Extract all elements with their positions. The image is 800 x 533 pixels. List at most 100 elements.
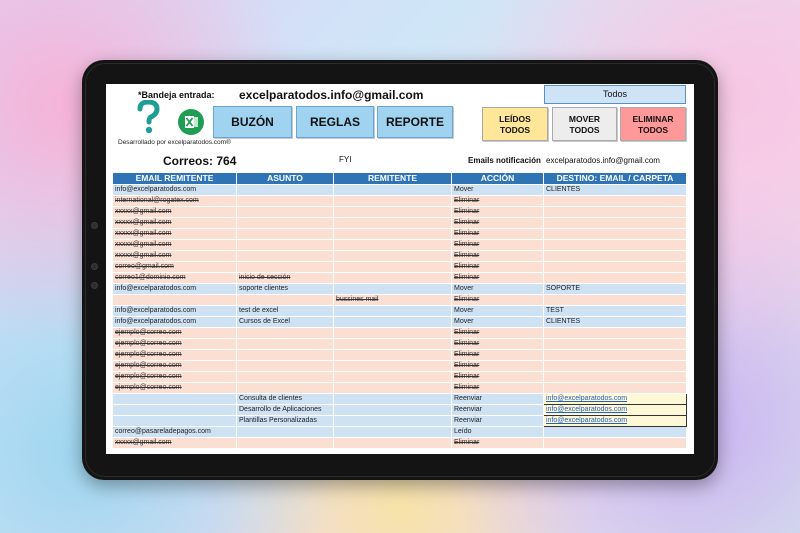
destination-email-link[interactable]: info@excelparatodos.com [543, 393, 687, 405]
cell-asunto[interactable] [236, 349, 334, 361]
cell-asunto[interactable] [236, 239, 334, 251]
cell-accion[interactable]: Reenviar [451, 404, 544, 416]
cell-remitente[interactable] [333, 360, 452, 372]
table-row[interactable]: correo@pasareladepagos.com Leído [112, 426, 687, 438]
cell-asunto[interactable] [236, 437, 334, 449]
cell-remitente[interactable] [333, 437, 452, 449]
cell-destino[interactable] [543, 349, 687, 361]
delete-all-button[interactable]: ELIMINAR TODOS [620, 107, 686, 141]
table-row[interactable]: ejemplo@correo.com Eliminar [112, 327, 687, 339]
cell-email[interactable]: info@excelparatodos.com [112, 283, 237, 295]
cell-email[interactable]: info@excelparatodos.com [112, 316, 237, 328]
cell-asunto[interactable] [236, 426, 334, 438]
cell-asunto[interactable] [236, 360, 334, 372]
cell-asunto[interactable]: Plantillas Personalizadas [236, 415, 334, 427]
cell-email[interactable]: xxxxx@gmail.com [112, 228, 237, 240]
cell-accion[interactable]: Eliminar [451, 338, 544, 350]
cell-remitente[interactable] [333, 327, 452, 339]
cell-accion[interactable]: Eliminar [451, 371, 544, 383]
cell-accion[interactable]: Reenviar [451, 393, 544, 405]
cell-remitente[interactable] [333, 228, 452, 240]
cell-remitente[interactable] [333, 217, 452, 229]
cell-asunto[interactable] [236, 371, 334, 383]
cell-accion[interactable]: Eliminar [451, 382, 544, 394]
cell-accion[interactable]: Reenviar [451, 415, 544, 427]
cell-email[interactable]: ejemplo@correo.com [112, 338, 237, 350]
cell-accion[interactable]: Eliminar [451, 195, 544, 207]
table-row[interactable]: xxxxx@gmail.com Eliminar [112, 437, 687, 449]
cell-remitente[interactable] [333, 404, 452, 416]
cell-email[interactable]: info@excelparatodos.com [112, 184, 237, 196]
cell-asunto[interactable]: soporte clientes [236, 283, 334, 295]
cell-remitente[interactable] [333, 316, 452, 328]
cell-asunto[interactable]: Desarrollo de Aplicaciones [236, 404, 334, 416]
cell-asunto[interactable] [236, 228, 334, 240]
cell-accion[interactable]: Leído [451, 426, 544, 438]
cell-destino[interactable] [543, 327, 687, 339]
cell-accion[interactable]: Mover [451, 184, 544, 196]
cell-email[interactable]: info@excelparatodos.com [112, 305, 237, 317]
destination-email-link[interactable]: info@excelparatodos.com [543, 415, 687, 427]
table-row[interactable]: Consulta de clientes Reenviar info@excelpa… [112, 393, 687, 405]
cell-accion[interactable]: Eliminar [451, 294, 544, 306]
cell-email[interactable]: ejemplo@correo.com [112, 371, 237, 383]
cell-remitente[interactable] [333, 261, 452, 273]
cell-email[interactable]: ejemplo@correo.com [112, 382, 237, 394]
table-row[interactable]: ejemplo@correo.com Eliminar [112, 349, 687, 361]
cell-email[interactable]: xxxxx@gmail.com [112, 217, 237, 229]
cell-asunto[interactable] [236, 195, 334, 207]
cell-email[interactable]: correo@pasareladepagos.com [112, 426, 237, 438]
filter-dropdown[interactable]: Todos [544, 85, 686, 104]
table-row[interactable]: ejemplo@correo.com Eliminar [112, 338, 687, 350]
cell-destino[interactable] [543, 272, 687, 284]
cell-email[interactable] [112, 404, 237, 416]
table-row[interactable]: xxxxx@gmail.com Eliminar [112, 239, 687, 251]
table-row[interactable]: info@excelparatodos.com soporte clientes M… [112, 283, 687, 295]
cell-remitente[interactable] [333, 272, 452, 284]
cell-accion[interactable]: Eliminar [451, 272, 544, 284]
cell-remitente[interactable] [333, 305, 452, 317]
cell-email[interactable] [112, 393, 237, 405]
table-row[interactable]: xxxxx@gmail.com Eliminar [112, 228, 687, 240]
cell-destino[interactable]: TEST [543, 305, 687, 317]
cell-remitente[interactable] [333, 250, 452, 262]
cell-accion[interactable]: Eliminar [451, 327, 544, 339]
cell-email[interactable]: xxxxx@gmail.com [112, 437, 237, 449]
tab-buzon[interactable]: BUZÓN [213, 106, 292, 138]
cell-remitente[interactable] [333, 382, 452, 394]
cell-email[interactable]: correo1@dominio.com [112, 272, 237, 284]
cell-email[interactable]: xxxxx@gmail.com [112, 239, 237, 251]
table-row[interactable]: Desarrollo de Aplicaciones Reenviar info@e… [112, 404, 687, 416]
cell-remitente[interactable] [333, 195, 452, 207]
table-row[interactable]: xxxxx@gmail.com Eliminar [112, 250, 687, 262]
cell-asunto[interactable]: test de excel [236, 305, 334, 317]
table-row[interactable]: ejemplo@correo.com Eliminar [112, 360, 687, 372]
cell-destino[interactable] [543, 195, 687, 207]
cell-remitente[interactable] [333, 184, 452, 196]
table-row[interactable]: international@rogatex.com Eliminar [112, 195, 687, 207]
cell-remitente[interactable] [333, 338, 452, 350]
cell-destino[interactable] [543, 228, 687, 240]
cell-destino[interactable] [543, 294, 687, 306]
table-row[interactable]: ejemplo@correo.com Eliminar [112, 382, 687, 394]
cell-destino[interactable]: SOPORTE [543, 283, 687, 295]
cell-destino[interactable] [543, 206, 687, 218]
cell-accion[interactable]: Eliminar [451, 217, 544, 229]
cell-remitente[interactable] [333, 239, 452, 251]
cell-destino[interactable] [543, 382, 687, 394]
cell-remitente[interactable] [333, 349, 452, 361]
question-mark-icon[interactable] [134, 99, 162, 134]
cell-email[interactable] [112, 294, 237, 306]
table-row[interactable]: info@excelparatodos.com Cursos de Excel Mo… [112, 316, 687, 328]
cell-accion[interactable]: Eliminar [451, 250, 544, 262]
cell-destino[interactable] [543, 261, 687, 273]
cell-accion[interactable]: Mover [451, 316, 544, 328]
cell-asunto[interactable] [236, 184, 334, 196]
cell-asunto[interactable]: inicio de sección [236, 272, 334, 284]
cell-accion[interactable]: Eliminar [451, 261, 544, 273]
cell-email[interactable]: xxxxx@gmail.com [112, 206, 237, 218]
cell-accion[interactable]: Eliminar [451, 239, 544, 251]
table-row[interactable]: info@excelparatodos.com test de excel Move… [112, 305, 687, 317]
cell-accion[interactable]: Eliminar [451, 360, 544, 372]
cell-destino[interactable] [543, 239, 687, 251]
